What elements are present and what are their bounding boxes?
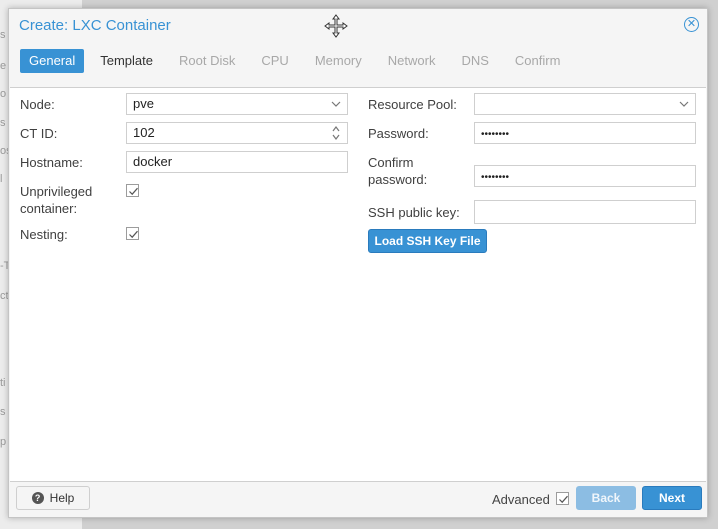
ssh-key-label: SSH public key: [368,205,460,220]
background-text: l [0,173,3,185]
unprivileged-checkbox[interactable] [126,184,139,197]
close-icon[interactable]: ✕ [684,17,699,32]
help-button[interactable]: ? Help [16,486,90,510]
back-button: Back [576,486,636,510]
hostname-input[interactable]: docker [126,151,348,173]
advanced-checkbox[interactable] [556,492,569,505]
resource-pool-select[interactable] [474,93,696,115]
password-field[interactable]: •••••••• [474,122,696,144]
create-lxc-dialog: Create: LXC Container ✕ General Template… [8,8,708,518]
checkmark-icon [129,230,138,239]
password-value: •••••••• [481,129,510,140]
tab-general[interactable]: General [20,49,85,73]
tab-network: Network [387,53,436,68]
unprivileged-label-line1: Unprivileged [20,184,93,199]
chevron-down-icon [331,101,341,107]
confirm-password-label-line1: Confirm [368,155,414,170]
help-icon: ? [31,492,44,504]
checkmark-icon [129,187,138,196]
chevron-down-icon [679,101,689,107]
node-label: Node: [20,97,55,112]
background-text: s [0,29,6,41]
background-text: s [0,406,6,418]
node-select[interactable]: pve [126,93,348,115]
confirm-password-value: •••••••• [481,172,510,183]
tab-cpu: CPU [261,53,289,68]
tab-confirm: Confirm [514,53,561,68]
tab-dns: DNS [461,53,489,68]
background-text: o [0,88,7,100]
background-text: s [0,117,6,129]
ctid-spinner[interactable]: 102 [126,122,348,144]
next-button[interactable]: Next [642,486,702,510]
password-label: Password: [368,126,429,141]
spinner-arrows-icon[interactable] [331,124,341,142]
dialog-title: Create: LXC Container [19,17,171,34]
tab-template[interactable]: Template [90,49,163,73]
help-label: Help [49,491,75,505]
confirm-password-label-line2: password: [368,172,428,187]
hostname-value: docker [133,154,173,169]
dialog-footer: ? Help Advanced Back Next [10,481,706,517]
node-value: pve [133,96,154,111]
nesting-label: Nesting: [20,227,68,242]
ctid-value: 102 [133,125,155,140]
ssh-key-input[interactable] [474,200,696,224]
tab-root-disk: Root Disk [179,53,236,68]
wizard-tabs: General Template Root Disk CPU Memory Ne… [20,49,576,74]
nesting-checkbox[interactable] [126,227,139,240]
general-panel: Node: pve CT ID: 102 Hostname: docker Un… [10,87,706,482]
background-text: p [0,436,7,448]
hostname-label: Hostname: [20,155,83,170]
confirm-password-field[interactable]: •••••••• [474,165,696,187]
confirm-password-label: Confirm password: [368,154,427,188]
tab-memory: Memory [314,53,362,68]
load-ssh-key-button[interactable]: Load SSH Key File [368,229,487,253]
move-cursor-icon [324,14,348,38]
resource-pool-label: Resource Pool: [368,97,457,112]
advanced-label: Advanced [492,492,550,507]
background-text: ti [0,377,6,389]
ctid-label: CT ID: [20,126,58,141]
checkmark-icon [559,495,568,504]
unprivileged-label-line2: container: [20,201,78,216]
unprivileged-label: Unprivileged container: [20,183,92,217]
background-text: e [0,60,7,72]
